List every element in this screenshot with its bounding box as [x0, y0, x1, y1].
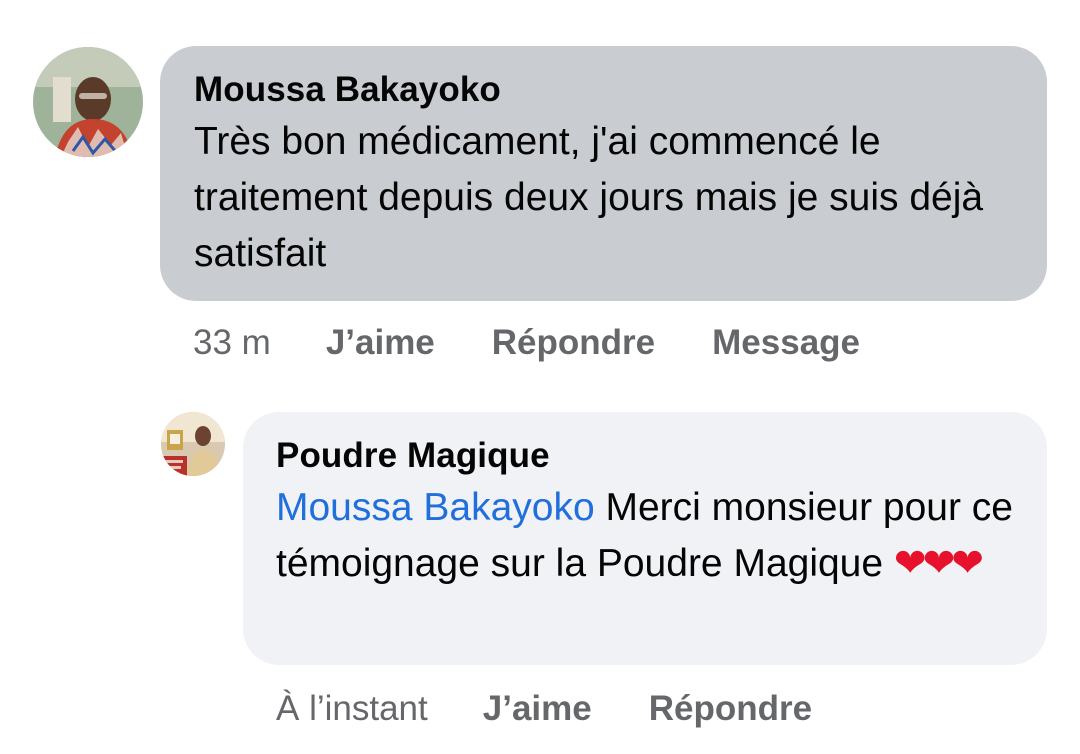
comment-thread: Moussa Bakayoko Très bon médicament, j'a…: [0, 0, 1080, 754]
reply-like-button[interactable]: J’aime: [483, 689, 592, 729]
reply-button[interactable]: Répondre: [492, 323, 655, 363]
message-button[interactable]: Message: [712, 323, 860, 363]
mention-link[interactable]: Moussa Bakayoko: [276, 486, 595, 529]
profile-photo-icon: [33, 47, 143, 157]
reply-timestamp[interactable]: À l’instant: [276, 689, 428, 729]
comment-actions: 33 m J’aime Répondre Message: [193, 320, 917, 366]
heart-emoji-icon: ❤❤❤: [893, 542, 984, 585]
comment-bubble: Moussa Bakayoko Très bon médicament, j'a…: [160, 46, 1047, 301]
reply-actions: À l’instant J’aime Répondre: [276, 686, 869, 732]
page-profile-photo-icon: [161, 412, 225, 476]
reply-reply-button[interactable]: Répondre: [649, 689, 812, 729]
reply-author[interactable]: Poudre Magique: [276, 434, 1014, 478]
comment-text: Très bon médicament, j'ai commencé le tr…: [194, 120, 984, 275]
comment-author[interactable]: Moussa Bakayoko: [194, 68, 1013, 112]
like-button[interactable]: J’aime: [326, 323, 435, 363]
comment-timestamp[interactable]: 33 m: [193, 323, 271, 363]
avatar-moussa-bakayoko[interactable]: [33, 47, 143, 157]
reply-text-block: Moussa Bakayoko Merci monsieur pour ce t…: [276, 480, 1014, 592]
reply-bubble: Poudre Magique Moussa Bakayoko Merci mon…: [243, 412, 1047, 665]
avatar-poudre-magique[interactable]: [161, 412, 225, 476]
